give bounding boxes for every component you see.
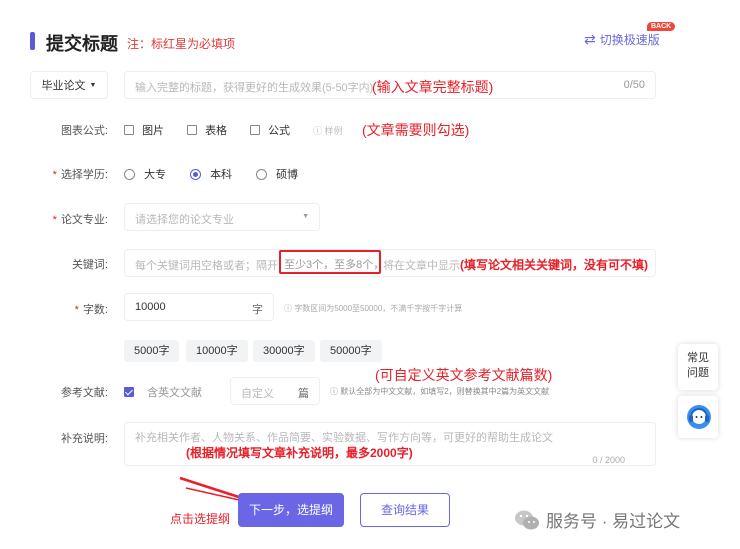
switch-label: 切换极速版	[599, 33, 660, 47]
keywords-placeholder-start: 每个关键词用空格或者；隔开，	[135, 260, 289, 272]
chevron-down-icon: ▼	[302, 213, 309, 220]
option-formula-label: 公式	[268, 125, 291, 137]
notes-label: 补充说明:	[60, 433, 108, 445]
charts-annotation: (文章需要则勾选)	[362, 122, 470, 138]
info-icon: ⓘ	[313, 126, 323, 136]
major-label: * 论文专业:	[18, 211, 108, 227]
back-badge: BACK	[647, 22, 676, 31]
degree-label-junior: 大专	[144, 169, 167, 181]
wordcount-hint: ⓘ 字数区间为5000至50000，不满千字按千字计算	[284, 303, 462, 314]
degree-label-master: 硕博	[276, 169, 299, 181]
degree-radio-master[interactable]	[256, 169, 267, 180]
page-title: 提交标题	[46, 34, 118, 54]
keywords-annotation: (填写论文相关关键词，没有可不填)	[460, 258, 648, 272]
notes-placeholder: 补充相关作者、人物关系、作品简要、实验数据、写作方向等，可更好的帮助生成论文	[135, 432, 553, 444]
faq-label-line-2: 问题	[687, 367, 709, 379]
english-refs-unit: 篇	[298, 388, 309, 400]
keywords-label: 关键词:	[71, 259, 108, 271]
major-select[interactable]: 请选择您的论文专业 ▼	[124, 203, 320, 231]
info-icon: ⓘ	[284, 304, 295, 313]
english-refs-placeholder: 自定义	[241, 388, 274, 400]
english-refs-checkbox[interactable]	[124, 387, 134, 397]
english-refs-label: 含英文文献	[147, 387, 203, 399]
watermark-text: 服务号 · 易过论文	[546, 512, 681, 531]
major-placeholder: 请选择您的论文专业	[135, 214, 234, 226]
keywords-placeholder-highlight: 至少3个，至多8个，	[284, 259, 385, 271]
example-link[interactable]: ⓘ 样例	[313, 124, 343, 137]
paper-type-select[interactable]: 毕业论文 ▼	[30, 71, 108, 99]
switch-fast-mode-button[interactable]: ⇄ 切换极速版	[584, 31, 660, 48]
required-star: *	[52, 214, 57, 226]
wordcount-hint-text: 字数区间为5000至50000，不满千字按千字计算	[294, 304, 463, 313]
faq-label-line-1: 常见	[687, 352, 709, 364]
degree-label: * 选择学历:	[18, 166, 108, 182]
degree-radio-junior[interactable]	[124, 169, 135, 180]
references-hint-text: 默认全部为中文文献，如填写2，则替换其中2篇为英文文献	[340, 387, 550, 396]
degree-radio-bachelor[interactable]	[190, 169, 201, 180]
degree-option-junior[interactable]: 大专	[124, 166, 166, 182]
english-refs-checkbox-group[interactable]: 含英文文献	[124, 384, 202, 400]
title-placeholder: 输入完整的标题，获得更好的生成效果(5-50字内)	[135, 82, 374, 94]
option-image[interactable]: 图片	[124, 122, 164, 138]
references-annotation: (可自定义英文参考文献篇数)	[375, 367, 553, 383]
charts-label: 图表公式:	[60, 125, 108, 137]
wechat-watermark: 服务号 · 易过论文	[514, 507, 680, 532]
option-image-label: 图片	[142, 125, 165, 137]
degree-option-master[interactable]: 硕博	[256, 166, 298, 182]
title-counter: 0/50	[623, 79, 645, 91]
references-label: 参考文献:	[60, 387, 108, 399]
references-hint: ⓘ 默认全部为中文文献，如填写2，则替换其中2篇为英文文献	[330, 386, 549, 397]
image-checkbox[interactable]	[124, 125, 134, 135]
required-note: 注：标红星为必填项	[127, 37, 236, 51]
faq-tab[interactable]: 常见 问题	[678, 344, 718, 390]
switch-arrows-icon: ⇄	[584, 31, 596, 47]
preset-10000[interactable]: 10000字	[186, 340, 248, 362]
title-accent-bar	[30, 32, 35, 50]
wordcount-input[interactable]: 10000 字	[124, 293, 274, 321]
preset-30000[interactable]: 30000字	[253, 340, 315, 362]
next-annotation: 点击选提纲	[170, 512, 231, 526]
keywords-placeholder-end: 将在文章中显示	[383, 260, 460, 272]
keywords-highlight-box: 至少3个，至多8个，	[279, 250, 385, 274]
example-label: 样例	[324, 126, 343, 136]
degree-label-text: 选择学历:	[60, 169, 108, 181]
major-label-text: 论文专业:	[60, 214, 108, 226]
wordcount-label: * 字数:	[18, 301, 108, 317]
wechat-logo-icon	[515, 510, 539, 529]
preset-50000[interactable]: 50000字	[320, 340, 382, 362]
chevron-down-icon: ▼	[89, 81, 97, 89]
customer-service-tab[interactable]	[678, 396, 718, 438]
option-table-label: 表格	[205, 125, 228, 137]
wordcount-value: 10000	[135, 301, 166, 313]
title-annotation: (输入文章完整标题)	[372, 79, 494, 95]
preset-5000[interactable]: 5000字	[124, 340, 180, 362]
required-star: *	[52, 169, 57, 181]
wordcount-label-text: 字数:	[82, 304, 108, 316]
notes-counter: 0 / 2000	[592, 455, 625, 465]
info-icon: ⓘ	[330, 387, 341, 396]
option-table[interactable]: 表格	[187, 122, 227, 138]
paper-type-value: 毕业论文	[41, 80, 86, 92]
required-star: *	[74, 304, 79, 316]
english-refs-count-input[interactable]: 自定义 篇	[230, 377, 320, 405]
degree-option-bachelor[interactable]: 本科	[190, 166, 232, 182]
wordcount-unit: 字	[252, 304, 263, 316]
option-formula[interactable]: 公式	[250, 122, 290, 138]
headset-support-icon	[687, 405, 711, 429]
next-step-button[interactable]: 下一步，选提纲	[238, 493, 344, 527]
query-results-button[interactable]: 查询结果	[360, 493, 450, 527]
formula-checkbox[interactable]	[250, 125, 260, 135]
degree-label-bachelor: 本科	[210, 169, 233, 181]
notes-annotation: (根据情况填写文章补充说明，最多2000字)	[186, 446, 413, 460]
table-checkbox[interactable]	[187, 125, 197, 135]
